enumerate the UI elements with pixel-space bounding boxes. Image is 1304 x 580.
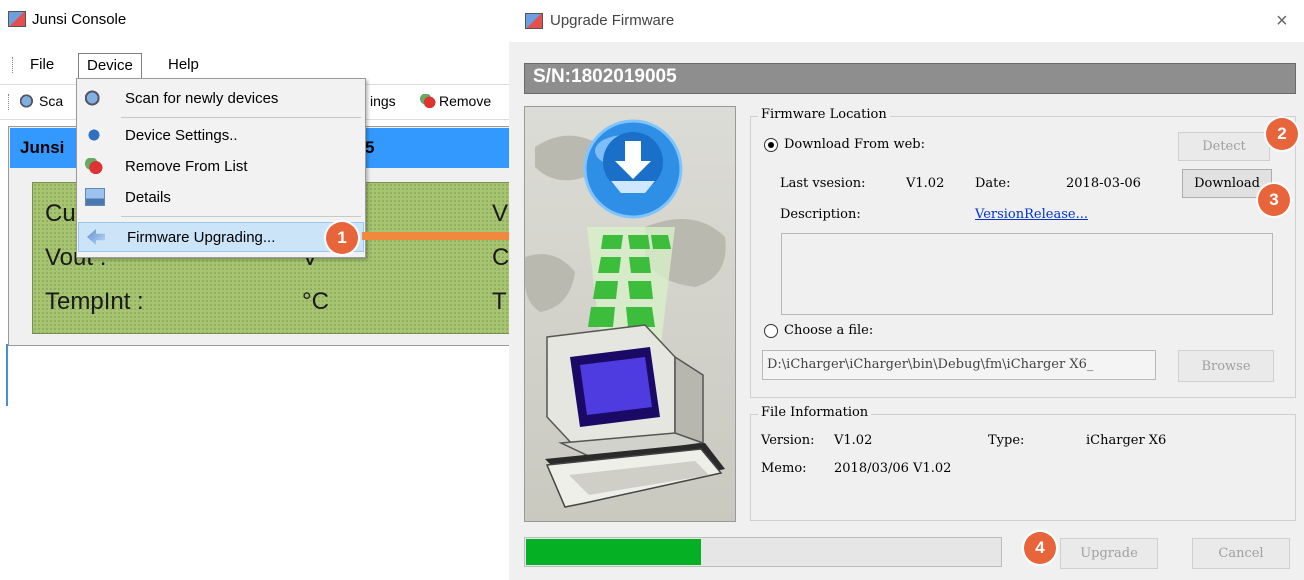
lcd-t-label: T bbox=[492, 288, 507, 315]
choose-file-label[interactable]: Choose a file: bbox=[784, 323, 873, 338]
menu-help[interactable]: Help bbox=[160, 53, 207, 77]
date-value: 2018-03-06 bbox=[1066, 176, 1141, 191]
upgrade-button[interactable]: Upgrade bbox=[1060, 538, 1158, 569]
last-version-value: V1.02 bbox=[906, 176, 945, 191]
lcd-voltage-label: V bbox=[492, 200, 509, 227]
menu-item-remove-from-list[interactable]: Remove From List bbox=[77, 151, 363, 181]
menu-item-label: Device Settings.. bbox=[125, 126, 238, 144]
step-badge-4: 4 bbox=[1024, 532, 1056, 564]
choose-file-radio[interactable] bbox=[764, 324, 778, 338]
download-from-web-radio[interactable] bbox=[764, 138, 778, 152]
scan-icon bbox=[85, 90, 103, 106]
device-sn-suffix: 5 bbox=[365, 138, 375, 157]
menu-item-label: Scan for newly devices bbox=[125, 89, 279, 107]
menu-separator bbox=[121, 117, 361, 118]
lcd-c-label: C bbox=[492, 244, 510, 271]
details-icon bbox=[85, 188, 105, 206]
type-value: iCharger X6 bbox=[1086, 433, 1167, 448]
step-badge-2: 2 bbox=[1266, 118, 1298, 150]
version-release-link[interactable]: VersionRelease... bbox=[975, 207, 1088, 222]
cancel-button[interactable]: Cancel bbox=[1192, 538, 1290, 569]
description-label: Description: bbox=[780, 207, 861, 222]
file-information-label: File Information bbox=[758, 405, 872, 420]
lcd-tempint-label: TempInt : bbox=[45, 288, 144, 315]
device-menu-dropdown: Scan for newly devices Device Settings..… bbox=[76, 78, 366, 258]
menu-item-details[interactable]: Details bbox=[77, 182, 363, 212]
upgrade-progress-bar bbox=[524, 537, 1002, 567]
console-titlebar: Junsi Console bbox=[8, 8, 126, 30]
firmware-icon bbox=[87, 229, 105, 245]
menubar-grip bbox=[12, 57, 15, 73]
last-version-label: Last vsesion: bbox=[780, 176, 866, 191]
console-menubar: File Device Help bbox=[0, 50, 509, 80]
remove-icon bbox=[420, 94, 436, 108]
detect-button[interactable]: Detect bbox=[1178, 132, 1270, 161]
memo-label: Memo: bbox=[761, 461, 807, 476]
step-badge-1: 1 bbox=[326, 222, 358, 254]
download-from-web-label[interactable]: Download From web: bbox=[784, 137, 925, 152]
menu-item-scan[interactable]: Scan for newly devices bbox=[77, 83, 363, 113]
menu-file[interactable]: File bbox=[22, 53, 62, 77]
file-path-input[interactable]: D:\iCharger\iCharger\bin\Debug\fm\iCharg… bbox=[762, 350, 1156, 380]
lcd-temp-unit: °C bbox=[302, 288, 329, 315]
type-label: Type: bbox=[988, 433, 1025, 448]
menu-separator bbox=[121, 216, 361, 217]
step-badge-3: 3 bbox=[1258, 184, 1290, 216]
firmware-illustration-image bbox=[524, 106, 736, 522]
browse-button[interactable]: Browse bbox=[1178, 350, 1274, 382]
version-value: V1.02 bbox=[834, 433, 873, 448]
app-logo-icon bbox=[8, 11, 26, 27]
settings-icon bbox=[85, 127, 103, 143]
file-information-group bbox=[750, 414, 1296, 521]
toolbar-scan-label: Sca bbox=[39, 93, 64, 109]
menu-item-label: Details bbox=[125, 188, 171, 206]
menu-device[interactable]: Device bbox=[78, 53, 142, 79]
description-textarea[interactable] bbox=[781, 233, 1273, 315]
firmware-location-label: Firmware Location bbox=[758, 107, 890, 122]
toolbar-scan-button[interactable]: Sca bbox=[20, 93, 63, 109]
menu-item-firmware-upgrading[interactable]: Firmware Upgrading... bbox=[78, 222, 364, 252]
device-name: Junsi bbox=[20, 138, 65, 157]
window-edge bbox=[6, 344, 8, 406]
close-icon[interactable]: × bbox=[1276, 10, 1288, 33]
remove-icon bbox=[85, 158, 103, 174]
toolbar-settings-button[interactable]: ings bbox=[370, 93, 396, 109]
menu-item-label: Firmware Upgrading... bbox=[127, 228, 276, 246]
serial-number: S/N:1802019005 bbox=[533, 66, 677, 87]
version-label: Version: bbox=[761, 433, 815, 448]
toolbar-grip bbox=[8, 94, 9, 110]
toolbar-remove-label: Remove bbox=[439, 93, 492, 109]
lcd-current-label: Cu bbox=[45, 200, 76, 227]
memo-value: 2018/03/06 V1.02 bbox=[834, 461, 952, 476]
menu-item-device-settings[interactable]: Device Settings.. bbox=[77, 120, 363, 150]
menu-item-label: Remove From List bbox=[125, 157, 248, 175]
dialog-title: Upgrade Firmware bbox=[550, 12, 675, 29]
date-label: Date: bbox=[975, 176, 1011, 191]
console-title: Junsi Console bbox=[32, 10, 127, 28]
computer-download-illustration bbox=[525, 119, 726, 508]
toolbar-remove-button[interactable]: Remove bbox=[420, 93, 491, 109]
progress-fill bbox=[526, 539, 701, 565]
dialog-app-icon bbox=[525, 13, 543, 29]
scan-icon bbox=[20, 94, 36, 108]
